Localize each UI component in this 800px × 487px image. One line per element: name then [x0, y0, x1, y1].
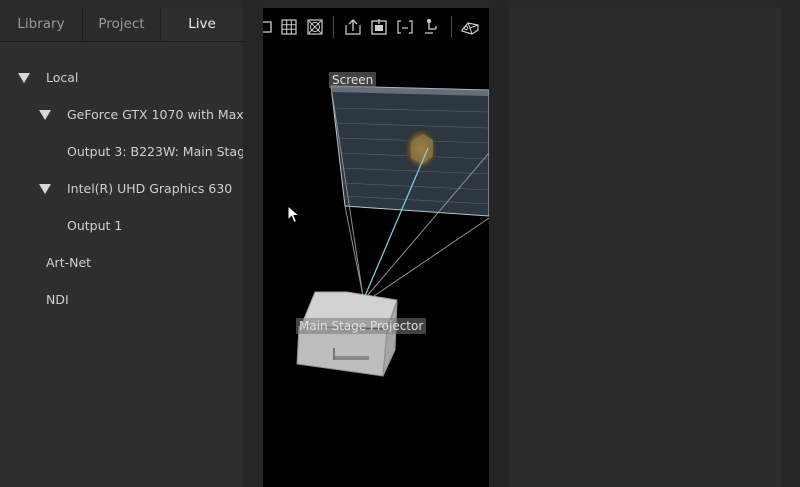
stage-viewport[interactable]: Screen Main Stage Projector: [263, 8, 489, 487]
pick-icon[interactable]: [421, 17, 441, 37]
panel-gap: [489, 0, 509, 487]
undo-icon[interactable]: [263, 17, 277, 37]
projector-label[interactable]: Main Stage Projector: [296, 318, 427, 334]
tree-item-local[interactable]: Local: [0, 68, 243, 88]
tab-library[interactable]: Library: [0, 8, 83, 41]
target-icon[interactable]: [305, 17, 325, 37]
tree-item-output-1[interactable]: Output 1: [0, 216, 243, 236]
screen-label[interactable]: Screen: [329, 72, 377, 88]
expand-triangle-icon[interactable]: [39, 110, 51, 120]
tree-item-label: Intel(R) UHD Graphics 630: [67, 181, 233, 196]
expand-triangle-icon[interactable]: [18, 73, 30, 83]
mouse-cursor-icon: [287, 205, 301, 224]
tab-bar: Library Project Live: [0, 8, 243, 42]
screen-plane[interactable]: [330, 85, 489, 217]
image-insert-icon[interactable]: [369, 17, 389, 37]
tree-item-intel[interactable]: Intel(R) UHD Graphics 630: [0, 179, 243, 199]
tab-live[interactable]: Live: [161, 8, 243, 41]
panel-gap: [243, 0, 263, 487]
toolbar-divider: [451, 16, 452, 38]
tree-item-ndi[interactable]: NDI: [0, 290, 243, 310]
projector-view-icon[interactable]: [460, 17, 480, 37]
tab-project[interactable]: Project: [83, 8, 161, 41]
window-edge: [781, 0, 800, 487]
expand-triangle-icon[interactable]: [39, 184, 51, 194]
viewport-toolbar: [263, 8, 489, 46]
toolbar-divider: [333, 16, 334, 38]
fit-icon[interactable]: [395, 17, 415, 37]
projector-model[interactable]: [296, 291, 398, 377]
tree-item-art-net[interactable]: Art-Net: [0, 253, 243, 273]
grid-icon[interactable]: [279, 17, 299, 37]
tree-item-label: NDI: [46, 292, 69, 307]
left-panel: Library Project Live Local GeForce GTX 1…: [0, 8, 243, 487]
export-icon[interactable]: [343, 17, 363, 37]
tree-item-label: GeForce GTX 1070 with Max-Q D: [67, 107, 243, 122]
tree-item-label: Art-Net: [46, 255, 92, 270]
tree-item-label: Output 1: [67, 218, 123, 233]
tree-item-geforce[interactable]: GeForce GTX 1070 with Max-Q D: [0, 105, 243, 125]
tree-item-label: Output 3: B223W: Main Stage P: [67, 144, 243, 159]
top-strip: [0, 0, 243, 8]
tree-item-output-3[interactable]: Output 3: B223W: Main Stage P: [0, 142, 243, 162]
tree-item-label: Local: [46, 70, 79, 85]
right-panel: [509, 8, 781, 487]
